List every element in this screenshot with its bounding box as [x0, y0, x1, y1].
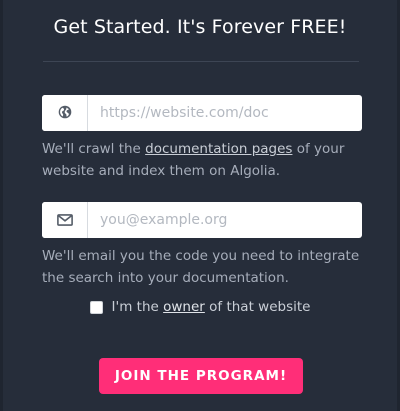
url-help-prefix: We'll crawl the: [42, 141, 146, 157]
url-addon: [42, 95, 88, 131]
documentation-pages-link[interactable]: documentation pages: [145, 141, 292, 157]
owner-label-suffix: of that website: [209, 299, 311, 315]
website-url-input[interactable]: [88, 95, 362, 131]
signup-panel: Get Started. It's Forever FREE! We'll cr…: [0, 0, 400, 411]
email-input[interactable]: [88, 202, 362, 238]
email-field: [42, 202, 362, 238]
owner-label-prefix: I'm the: [111, 299, 159, 315]
url-help-text: We'll crawl the documentation pages of y…: [42, 138, 372, 182]
owner-checkbox-row: I'm the owner of that website: [0, 299, 400, 315]
join-program-button[interactable]: JOIN THE PROGRAM!: [99, 358, 303, 394]
form-title: Get Started. It's Forever FREE!: [53, 16, 347, 38]
title-divider: [43, 61, 359, 62]
email-help-text: We'll email you the code you need to int…: [42, 248, 360, 286]
website-url-field: [42, 95, 362, 131]
envelope-icon: [56, 211, 73, 230]
owner-link[interactable]: owner: [163, 299, 205, 315]
globe-icon: [58, 104, 72, 123]
panel-left-edge: [0, 0, 3, 411]
email-addon: [42, 202, 88, 238]
owner-checkbox[interactable]: [89, 300, 103, 314]
